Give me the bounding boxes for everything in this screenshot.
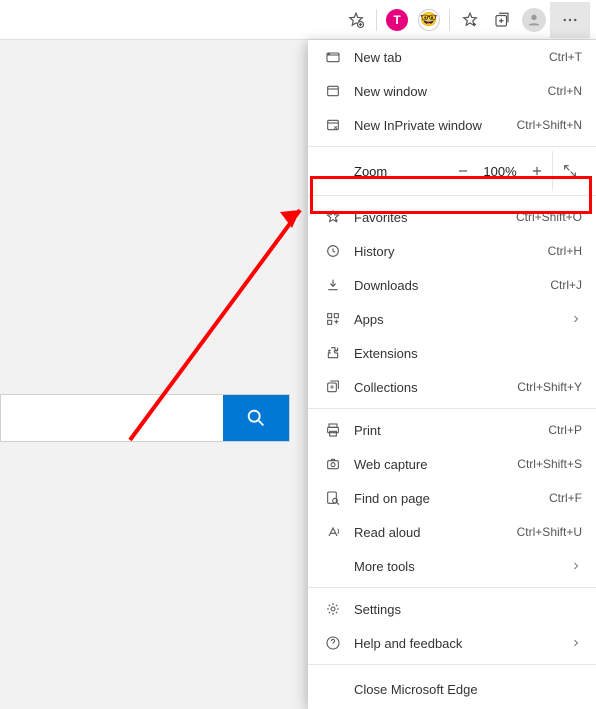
settings-menu: New tab Ctrl+T New window Ctrl+N New InP… bbox=[308, 40, 596, 709]
collections-icon bbox=[322, 379, 344, 395]
menu-help[interactable]: Help and feedback bbox=[308, 626, 596, 660]
search-button[interactable] bbox=[223, 395, 289, 441]
zoom-in-button[interactable] bbox=[522, 156, 552, 186]
puzzle-icon bbox=[322, 345, 344, 361]
menu-label: Find on page bbox=[344, 491, 549, 506]
tab-icon bbox=[322, 49, 344, 65]
search-input[interactable] bbox=[1, 395, 223, 441]
menu-shortcut: Ctrl+T bbox=[549, 50, 582, 64]
menu-label: History bbox=[344, 244, 548, 259]
menu-settings[interactable]: Settings bbox=[308, 592, 596, 626]
chevron-right-icon bbox=[570, 637, 582, 649]
profile-avatar[interactable] bbox=[518, 4, 550, 36]
menu-label: New tab bbox=[344, 50, 549, 65]
help-icon bbox=[322, 635, 344, 651]
menu-shortcut: Ctrl+P bbox=[548, 423, 582, 437]
menu-divider bbox=[308, 408, 596, 409]
zoom-label: Zoom bbox=[354, 164, 448, 179]
menu-divider bbox=[308, 587, 596, 588]
menu-shortcut: Ctrl+F bbox=[549, 491, 582, 505]
window-icon bbox=[322, 83, 344, 99]
menu-label: Print bbox=[344, 423, 548, 438]
menu-label: More tools bbox=[344, 559, 570, 574]
menu-label: Collections bbox=[344, 380, 517, 395]
menu-close-edge[interactable]: Close Microsoft Edge bbox=[308, 669, 596, 709]
menu-label: Extensions bbox=[344, 346, 582, 361]
menu-collections[interactable]: Collections Ctrl+Shift+Y bbox=[308, 370, 596, 404]
menu-new-window[interactable]: New window Ctrl+N bbox=[308, 74, 596, 108]
menu-shortcut: Ctrl+Shift+S bbox=[517, 457, 582, 471]
menu-label: Downloads bbox=[344, 278, 550, 293]
inprivate-icon bbox=[322, 117, 344, 133]
menu-label: New window bbox=[344, 84, 548, 99]
menu-shortcut: Ctrl+H bbox=[548, 244, 582, 258]
menu-shortcut: Ctrl+Shift+O bbox=[516, 210, 582, 224]
history-icon bbox=[322, 243, 344, 259]
menu-shortcut: Ctrl+J bbox=[550, 278, 582, 292]
menu-shortcut: Ctrl+Shift+N bbox=[517, 118, 582, 132]
menu-favorites[interactable]: Favorites Ctrl+Shift+O bbox=[308, 200, 596, 234]
menu-label: Help and feedback bbox=[344, 636, 570, 651]
menu-more-tools[interactable]: More tools bbox=[308, 549, 596, 583]
menu-web-capture[interactable]: Web capture Ctrl+Shift+S bbox=[308, 447, 596, 481]
menu-label: Favorites bbox=[344, 210, 516, 225]
print-icon bbox=[322, 422, 344, 438]
menu-label: Read aloud bbox=[344, 525, 517, 540]
menu-label: New InPrivate window bbox=[344, 118, 517, 133]
star-icon bbox=[322, 209, 344, 225]
extension-1[interactable]: T bbox=[381, 4, 413, 36]
apps-icon bbox=[322, 311, 344, 327]
menu-label: Settings bbox=[344, 602, 582, 617]
chevron-right-icon bbox=[570, 313, 582, 325]
menu-find[interactable]: Find on page Ctrl+F bbox=[308, 481, 596, 515]
capture-icon bbox=[322, 456, 344, 472]
add-favorite-icon[interactable] bbox=[340, 4, 372, 36]
menu-new-tab[interactable]: New tab Ctrl+T bbox=[308, 40, 596, 74]
menu-label: Web capture bbox=[344, 457, 517, 472]
menu-shortcut: Ctrl+Shift+U bbox=[517, 525, 582, 539]
readaloud-icon bbox=[322, 524, 344, 540]
more-button[interactable] bbox=[550, 2, 590, 38]
zoom-value: 100% bbox=[478, 164, 522, 179]
favorites-icon[interactable] bbox=[454, 4, 486, 36]
menu-new-inprivate[interactable]: New InPrivate window Ctrl+Shift+N bbox=[308, 108, 596, 142]
download-icon bbox=[322, 277, 344, 293]
menu-apps[interactable]: Apps bbox=[308, 302, 596, 336]
toolbar-separator bbox=[376, 9, 377, 31]
toolbar: T 🤓 bbox=[0, 0, 596, 40]
menu-print[interactable]: Print Ctrl+P bbox=[308, 413, 596, 447]
toolbar-separator bbox=[449, 9, 450, 31]
menu-downloads[interactable]: Downloads Ctrl+J bbox=[308, 268, 596, 302]
find-icon bbox=[322, 490, 344, 506]
search-box bbox=[0, 394, 290, 442]
fullscreen-button[interactable] bbox=[552, 151, 586, 191]
gear-icon bbox=[322, 601, 344, 617]
menu-extensions[interactable]: Extensions bbox=[308, 336, 596, 370]
menu-label: Apps bbox=[344, 312, 570, 327]
menu-label: Close Microsoft Edge bbox=[344, 682, 582, 697]
menu-zoom: Zoom 100% bbox=[308, 151, 596, 191]
collections-icon[interactable] bbox=[486, 4, 518, 36]
menu-history[interactable]: History Ctrl+H bbox=[308, 234, 596, 268]
menu-read-aloud[interactable]: Read aloud Ctrl+Shift+U bbox=[308, 515, 596, 549]
extension-2[interactable]: 🤓 bbox=[413, 4, 445, 36]
menu-divider bbox=[308, 664, 596, 665]
zoom-out-button[interactable] bbox=[448, 156, 478, 186]
chevron-right-icon bbox=[570, 560, 582, 572]
menu-shortcut: Ctrl+N bbox=[548, 84, 582, 98]
menu-shortcut: Ctrl+Shift+Y bbox=[517, 380, 582, 394]
menu-divider bbox=[308, 195, 596, 196]
menu-divider bbox=[308, 146, 596, 147]
